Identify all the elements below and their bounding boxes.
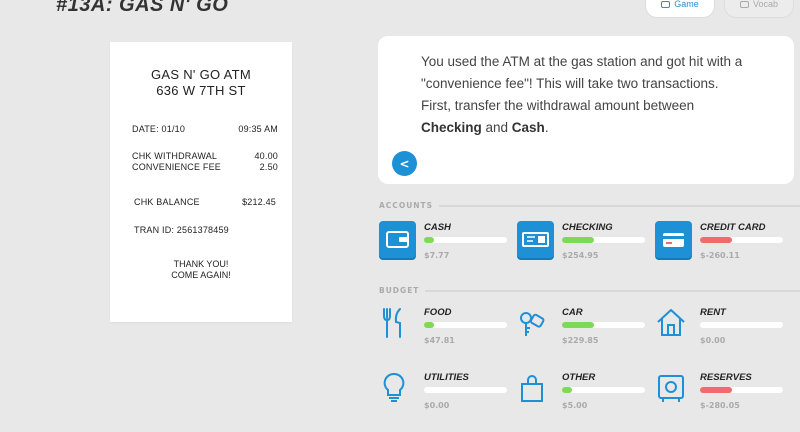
- budget-label: BUDGET: [379, 286, 420, 295]
- house-icon: [655, 306, 685, 340]
- receipt-balance-label: CHK BALANCE: [134, 197, 200, 207]
- receipt-withdrawal-row: CHK WITHDRAWAL 40.00: [132, 151, 278, 162]
- tab-game[interactable]: Game: [645, 0, 715, 18]
- vocab-icon: [739, 0, 749, 8]
- account-credit-card-name: CREDIT CARD: [700, 222, 766, 233]
- tab-vocab[interactable]: Vocab: [724, 0, 794, 18]
- back-button[interactable]: <: [392, 151, 417, 176]
- budget-rent[interactable]: RENT $0.00: [655, 306, 783, 356]
- budget-food[interactable]: FOOD $47.81: [379, 306, 507, 356]
- game-icon: [661, 0, 671, 8]
- receipt-date: DATE: 01/10: [132, 124, 186, 134]
- account-cash-bar: [424, 237, 507, 243]
- budget-food-bar: [424, 322, 507, 328]
- receipt-date-row: DATE: 01/10 09:35 AM: [132, 124, 278, 135]
- receipt-withdrawal-label: CHK WITHDRAWAL: [132, 151, 218, 161]
- account-credit-card-bar-fill: [700, 237, 732, 243]
- accounts-divider: [439, 204, 800, 207]
- budget-other-amount: $5.00: [562, 401, 588, 410]
- receipt-tran-id: TRAN ID: 2561378459: [134, 225, 229, 235]
- instruction-line-4: Checking and Cash.: [421, 117, 771, 139]
- account-checking[interactable]: CHECKING $254.95: [517, 221, 645, 271]
- budget-divider: [425, 289, 800, 292]
- account-checking-bar-fill: [562, 237, 594, 243]
- safe-icon: [655, 371, 685, 405]
- lightbulb-icon: [379, 371, 409, 405]
- receipt-come-again: COME AGAIN!: [171, 270, 231, 280]
- budget-utilities-bar: [424, 387, 507, 393]
- car-key-icon: [517, 306, 547, 340]
- budget-car-name: CAR: [562, 307, 583, 318]
- budget-reserves-bar-fill: [700, 387, 732, 393]
- budget-utilities-name: UTILITIES: [424, 372, 469, 383]
- instruction-text: You used the ATM at the gas station and …: [421, 51, 771, 139]
- page-title: #13A: GAS N' GO: [56, 0, 229, 16]
- receipt-fee-label: CONVENIENCE FEE: [132, 162, 222, 172]
- budget-utilities[interactable]: UTILITIES $0.00: [379, 371, 507, 421]
- account-cash-name: CASH: [424, 222, 451, 233]
- account-checking-name: CHECKING: [562, 222, 613, 233]
- accounts-label: ACCOUNTS: [379, 201, 434, 210]
- budget-rent-bar: [700, 322, 783, 328]
- account-checking-bar: [562, 237, 645, 243]
- account-cash-amount: $7.77: [424, 251, 450, 260]
- account-checking-amount: $254.95: [562, 251, 599, 260]
- budget-car[interactable]: CAR $229.85: [517, 306, 645, 356]
- budget-other[interactable]: OTHER $5.00: [517, 371, 645, 421]
- shopping-bag-icon: [517, 371, 547, 405]
- account-cash-bar-fill: [424, 237, 434, 243]
- instruction-line-3: First, transfer the withdrawal amount be…: [421, 98, 695, 113]
- receipt-atm-name: GAS N' GO ATM: [150, 67, 252, 82]
- instruction-checking: Checking: [421, 120, 482, 135]
- budget-reserves-bar: [700, 387, 783, 393]
- tab-game-label: Game: [674, 0, 699, 9]
- budget-other-bar-fill: [562, 387, 572, 393]
- budget-rent-amount: $0.00: [700, 336, 726, 345]
- receipt-balance-row: CHK BALANCE $212.45: [134, 197, 276, 208]
- budget-car-amount: $229.85: [562, 336, 599, 345]
- budget-other-bar: [562, 387, 645, 393]
- instruction-panel: You used the ATM at the gas station and …: [378, 36, 794, 184]
- account-credit-card-amount: $-260.11: [700, 251, 740, 260]
- instruction-cash: Cash: [511, 120, 545, 135]
- receipt-tran-row: TRAN ID: 2561378459: [134, 225, 278, 236]
- receipt-time: 09:35 AM: [238, 124, 278, 134]
- budget-section-label: BUDGET: [379, 286, 800, 295]
- receipt-thanks: THANK YOU!: [173, 259, 229, 269]
- budget-food-amount: $47.81: [424, 336, 455, 345]
- receipt-address: 636 W 7TH ST: [156, 83, 246, 98]
- budget-reserves-amount: $-280.05: [700, 401, 740, 410]
- instruction-and: and: [481, 120, 512, 135]
- budget-car-bar-fill: [562, 322, 594, 328]
- budget-other-name: OTHER: [562, 372, 596, 383]
- budget-utilities-amount: $0.00: [424, 401, 450, 410]
- check-icon: [517, 221, 554, 258]
- accounts-section-label: ACCOUNTS: [379, 201, 800, 210]
- receipt-fee-amount: 2.50: [259, 162, 278, 172]
- budget-food-name: FOOD: [424, 307, 452, 318]
- account-cash[interactable]: CASH $7.77: [379, 221, 507, 271]
- budget-car-bar: [562, 322, 645, 328]
- instruction-period: .: [544, 120, 549, 135]
- budget-reserves-name: RESERVES: [700, 372, 752, 383]
- budget-rent-name: RENT: [700, 307, 726, 318]
- credit-card-icon: [655, 221, 692, 258]
- tab-vocab-label: Vocab: [752, 0, 779, 9]
- receipt-withdrawal-amount: 40.00: [254, 151, 278, 161]
- atm-receipt: GAS N' GO ATM 636 W 7TH ST DATE: 01/10 0…: [110, 42, 292, 322]
- account-credit-card-bar: [700, 237, 783, 243]
- fork-knife-icon: [379, 306, 409, 340]
- receipt-balance-amount: $212.45: [242, 197, 276, 207]
- budget-reserves[interactable]: RESERVES $-280.05: [655, 371, 783, 421]
- wallet-icon: [379, 221, 416, 258]
- budget-food-bar-fill: [424, 322, 434, 328]
- instruction-line-2: "convenience fee"! This will take two tr…: [421, 76, 719, 91]
- account-credit-card[interactable]: CREDIT CARD $-260.11: [655, 221, 783, 271]
- instruction-line-1: You used the ATM at the gas station and …: [421, 54, 743, 69]
- receipt-fee-row: CONVENIENCE FEE 2.50: [132, 162, 278, 173]
